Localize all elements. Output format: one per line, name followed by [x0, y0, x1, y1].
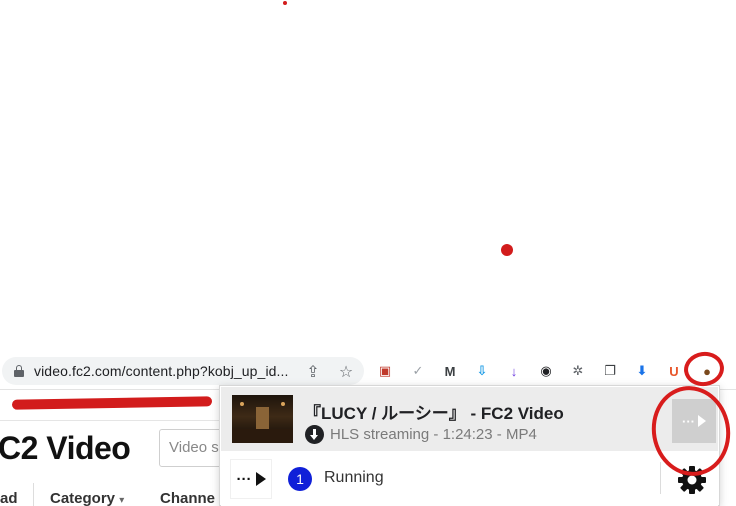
- running-count-badge: 1: [288, 467, 312, 491]
- download-circle-icon: [305, 425, 324, 444]
- nav-item-upload[interactable]: ad: [0, 490, 18, 506]
- page-divider: [0, 420, 220, 421]
- aperture-extension-icon[interactable]: ✲: [568, 361, 588, 381]
- vd-extension-icon[interactable]: ◉: [536, 361, 556, 381]
- video-thumbnail: [232, 395, 293, 443]
- status-text: Running: [324, 469, 384, 486]
- downloader-popup: 『LUCY / ルーシー』 - FC2 Video HLS streaming …: [219, 385, 720, 506]
- check-extension-icon[interactable]: ✓: [408, 361, 428, 381]
- u-extension-icon[interactable]: U: [664, 361, 684, 381]
- copy-extension-icon[interactable]: ❐: [600, 361, 620, 381]
- redaction-scribble: [11, 396, 213, 410]
- gallery-extension-icon[interactable]: ▣: [375, 361, 395, 381]
- stream-type: HLS streaming: [330, 426, 430, 443]
- video-format: MP4: [505, 426, 537, 443]
- nav-item-channel[interactable]: Channe: [160, 490, 215, 506]
- chevron-down-icon: ▾: [119, 495, 125, 506]
- nav-divider: [33, 483, 34, 506]
- video-title: 『LUCY / ルーシー』 - FC2 Video: [304, 404, 564, 423]
- star-icon[interactable]: ☆: [337, 363, 355, 381]
- annotation-dot-large: [501, 244, 513, 256]
- url-text[interactable]: video.fc2.com/content.php?kobj_up_id...: [34, 363, 289, 379]
- arrow-down-purple-extension-icon[interactable]: ↓: [504, 361, 524, 381]
- site-logo[interactable]: C2 Video: [0, 430, 131, 467]
- queue-status-bar: ··· 1 Running: [221, 452, 718, 506]
- annotation-dot: [283, 1, 287, 5]
- m-extension-icon[interactable]: M: [440, 361, 460, 381]
- run-queue-label: ···: [236, 470, 252, 488]
- media-item[interactable]: 『LUCY / ルーシー』 - FC2 Video HLS streaming …: [221, 387, 718, 451]
- run-queue-button[interactable]: ···: [230, 459, 272, 499]
- download-box-extension-icon[interactable]: ⬇: [632, 361, 652, 381]
- status-divider: [660, 462, 661, 494]
- nav-item-category[interactable]: Category ▾: [50, 490, 124, 506]
- share-icon[interactable]: ⇪: [304, 363, 322, 381]
- media-meta: HLS streaming - 1:24:23 - MP4: [330, 426, 537, 443]
- video-duration: 1:24:23: [442, 426, 493, 443]
- lock-icon[interactable]: [14, 365, 24, 377]
- download-blue-extension-icon[interactable]: ⇩: [472, 361, 492, 381]
- address-bar[interactable]: video.fc2.com/content.php?kobj_up_id... …: [2, 357, 364, 385]
- play-icon: [255, 472, 266, 486]
